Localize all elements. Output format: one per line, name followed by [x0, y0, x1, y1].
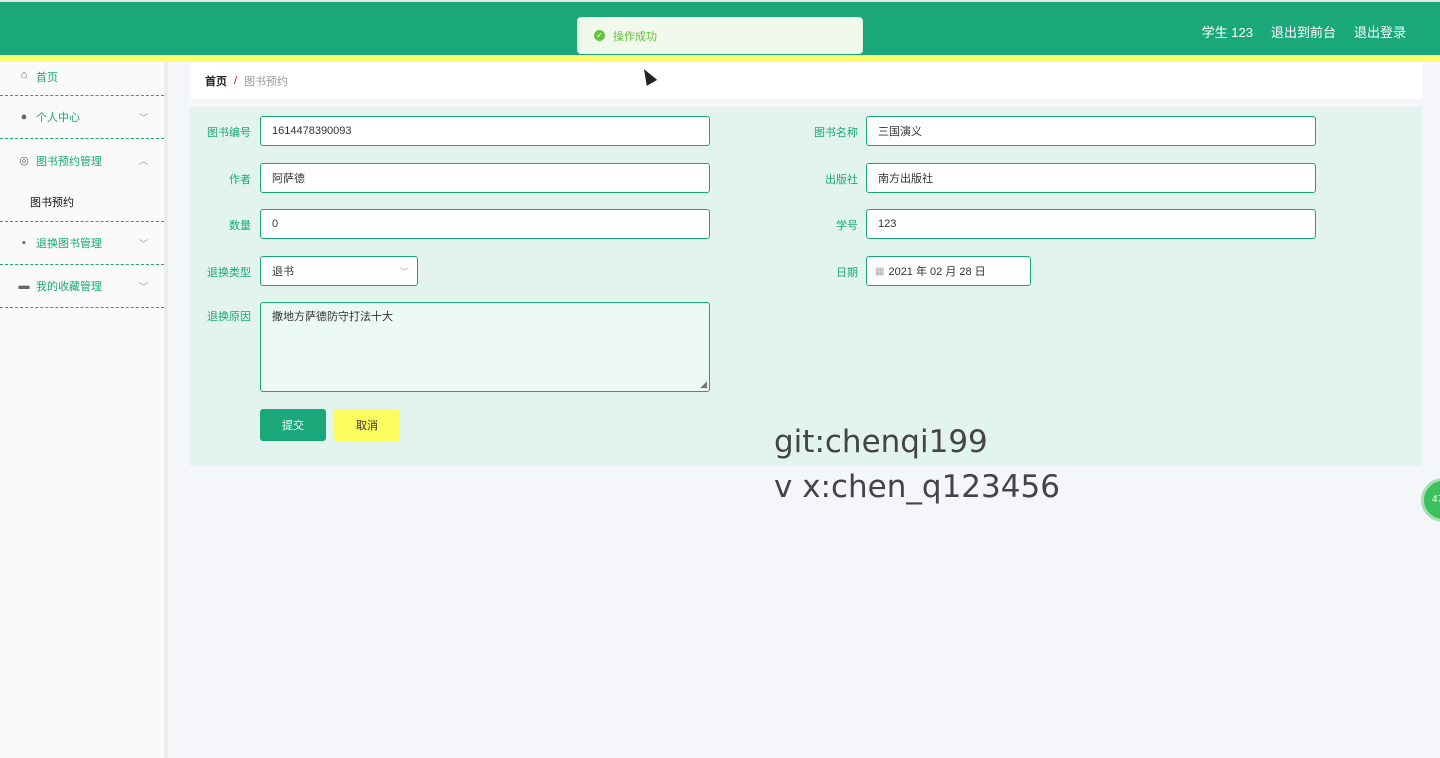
breadcrumb: 首页 / 图书预约 [190, 62, 1422, 99]
student-no-label: 学号 [836, 220, 858, 232]
chevron-down-icon: ﹀ [138, 112, 148, 123]
breadcrumb-separator: / [234, 74, 238, 87]
trash-icon: ▪ [22, 237, 26, 249]
return-form: 图书编号 1614478390093 图书名称 三国演义 作者 阿萨德 出版社 … [190, 107, 1422, 466]
sidebar-item-label: 图书预约管理 [36, 155, 102, 168]
logout-link[interactable]: 退出登录 [1354, 22, 1406, 41]
book-no-field[interactable]: 1614478390093 [260, 116, 710, 146]
sidebar-item-book-reservation[interactable]: ◎ 图书预约管理 ︿ [0, 139, 164, 182]
quantity-field[interactable]: 0 [260, 209, 710, 239]
current-user-label: 学生 123 [1201, 25, 1253, 40]
home-icon: ⌂ [20, 69, 28, 81]
back-to-front-link[interactable]: 退出到前台 [1271, 22, 1336, 41]
reason-textarea[interactable]: 撒地方萨德防守打法十大 ◢ [260, 302, 710, 392]
calendar-icon: ▦ [875, 265, 885, 277]
quantity-label: 数量 [229, 220, 251, 232]
reason-label: 退换原因 [207, 311, 251, 323]
author-label: 作者 [229, 174, 251, 186]
watermark-line-1: git:chenqi199 [774, 424, 988, 460]
breadcrumb-home[interactable]: 首页 [205, 73, 227, 89]
check-circle-icon: ✓ [594, 30, 605, 41]
sidebar-item-label: 我的收藏管理 [36, 281, 102, 293]
watermark-line-2: v x:chen_q123456 [774, 469, 1060, 505]
chevron-down-icon: ﹀ [399, 266, 409, 277]
floating-widget[interactable]: 47 [1421, 478, 1440, 522]
book-icon: ◎ [19, 155, 29, 167]
cancel-button[interactable]: 取消 [334, 409, 400, 441]
chevron-down-icon: ﹀ [138, 238, 148, 249]
publisher-label: 出版社 [825, 174, 858, 186]
user-icon: ● [20, 111, 28, 123]
sidebar-subitem-reservation[interactable]: 图书预约 [0, 182, 164, 222]
publisher-field[interactable]: 南方出版社 [866, 163, 1316, 193]
sidebar-item-label: 首页 [36, 72, 58, 84]
date-label: 日期 [836, 267, 858, 279]
breadcrumb-current: 图书预约 [244, 75, 289, 88]
return-type-select[interactable]: 退书 ﹀ [260, 256, 418, 286]
author-field[interactable]: 阿萨德 [260, 163, 710, 193]
sidebar-item-personal-center[interactable]: ● 个人中心 ﹀ [0, 96, 164, 139]
sidebar-item-home[interactable]: ⌂ 首页 [0, 62, 164, 96]
top-links: 学生 123 退出到前台 退出登录 [1202, 22, 1406, 41]
chevron-up-icon: ︿ [138, 156, 148, 166]
monitor-icon: ▬ [18, 280, 30, 292]
book-no-label: 图书编号 [207, 127, 251, 139]
date-value: 2021 年 02 月 28 日 [888, 266, 986, 278]
book-name-label: 图书名称 [814, 127, 858, 139]
student-no-field[interactable]: 123 [866, 209, 1316, 239]
sidebar: ⌂ 首页 ● 个人中心 ﹀ ◎ 图书预约管理 ︿ 图书预约 ▪ 退换图书管理 ﹀… [0, 62, 168, 758]
return-type-label: 退换类型 [207, 267, 251, 279]
sidebar-item-label: 个人中心 [36, 112, 80, 124]
sidebar-item-return-exchange[interactable]: ▪ 退换图书管理 ﹀ [0, 222, 164, 265]
return-type-value: 退书 [272, 266, 294, 278]
book-name-field[interactable]: 三国演义 [866, 116, 1316, 146]
chevron-down-icon: ﹀ [138, 281, 148, 292]
resize-handle-icon[interactable]: ◢ [700, 379, 707, 390]
date-picker[interactable]: ▦ 2021 年 02 月 28 日 [866, 256, 1031, 286]
submit-button[interactable]: 提交 [260, 409, 326, 441]
success-toast: ✓ 操作成功 [577, 17, 863, 54]
sidebar-item-favorites[interactable]: ▬ 我的收藏管理 ﹀ [0, 265, 164, 308]
toast-message: 操作成功 [613, 30, 657, 43]
sidebar-item-label: 退换图书管理 [36, 238, 102, 250]
reason-value: 撒地方萨德防守打法十大 [272, 311, 393, 323]
navbar-accent-strip [0, 55, 1440, 62]
